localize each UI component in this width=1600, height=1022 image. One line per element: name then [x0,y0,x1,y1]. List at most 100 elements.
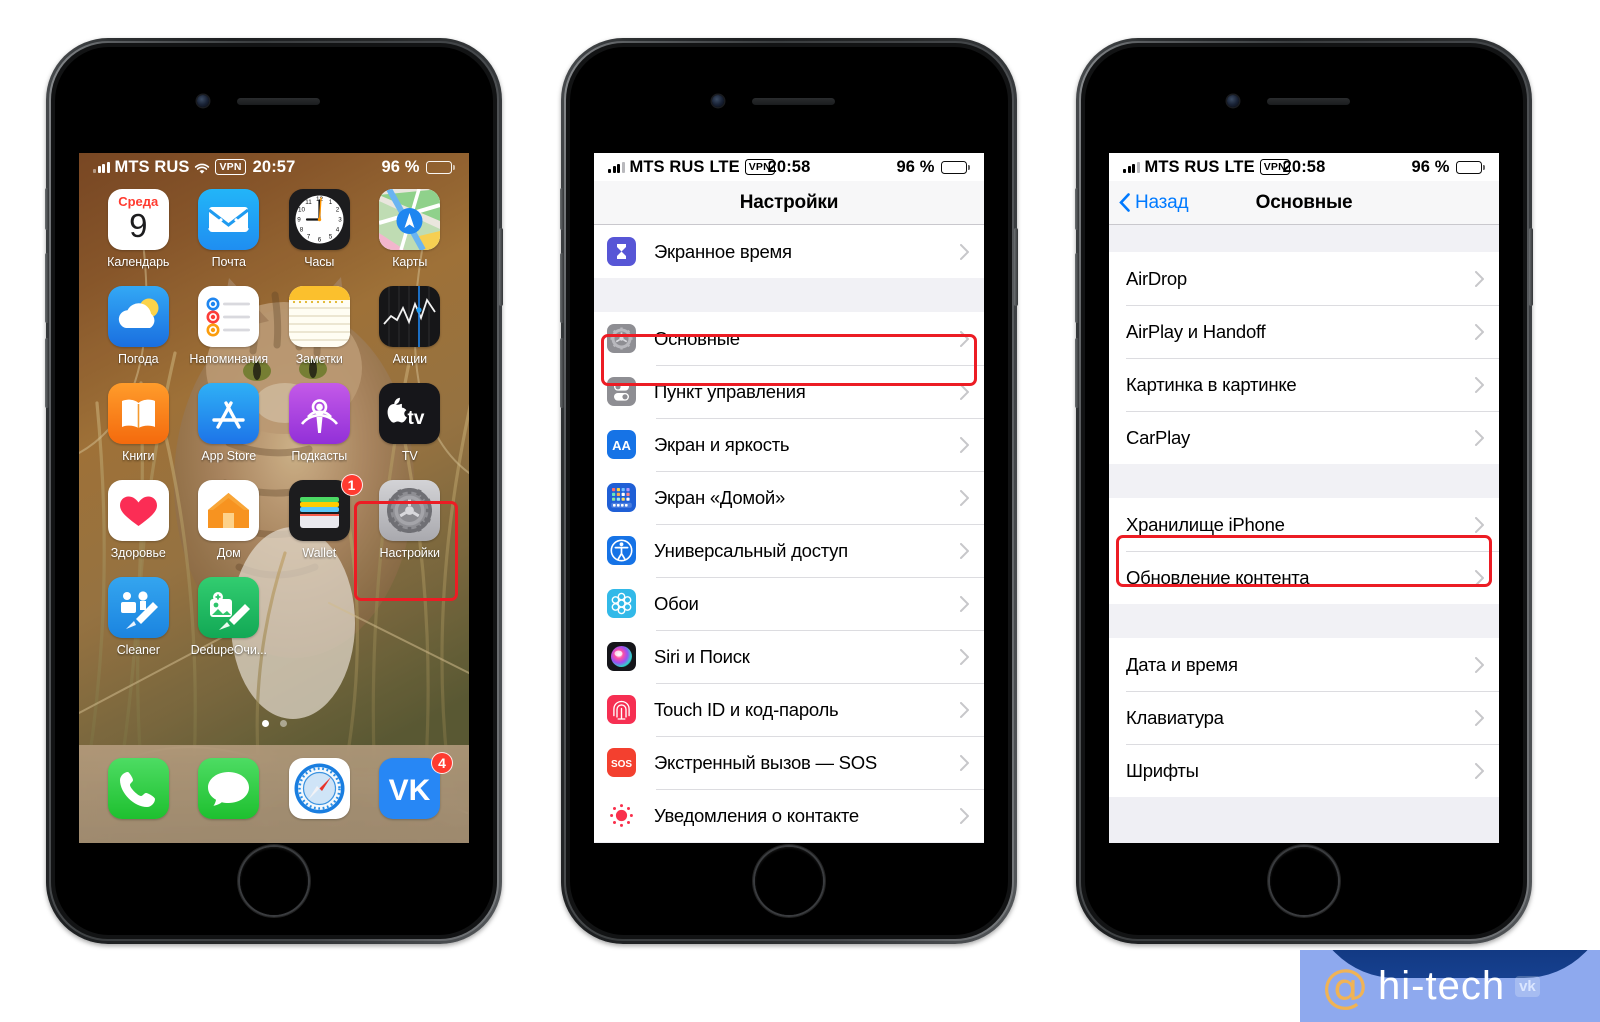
volume-down-button[interactable] [560,338,564,408]
vk-badge-icon: vk [1515,975,1540,997]
battery-percent: 96 % [896,157,935,176]
volume-down-button[interactable] [1075,338,1079,408]
battery-percent: 96 % [381,157,420,176]
app-stocks[interactable]: Акции [365,286,456,366]
volume-up-button[interactable] [560,253,564,323]
app-books[interactable]: Книги [93,383,184,463]
page-dot[interactable] [279,720,287,727]
settings-row-display-brightness[interactable]: AA Экран и яркость [594,418,984,471]
section-gap [1109,604,1499,638]
settings-row-siri-search[interactable]: Siri и Поиск [594,630,984,683]
home-button[interactable] [238,845,310,917]
notes-icon [288,286,350,347]
volume-up-button[interactable] [1075,253,1079,323]
app-wallet[interactable]: 1 Wallet [274,474,365,560]
status-left: MTS RUS LTE VPN [608,158,775,177]
general-row-keyboard[interactable]: Клавиатура [1109,691,1499,744]
app-podcasts[interactable]: Подкасты [274,383,365,463]
section-gap [1109,225,1499,252]
display-brightness-icon: AA [607,430,636,459]
general-row-carplay[interactable]: CarPlay [1109,411,1499,464]
app-appstore[interactable]: App Store [184,383,275,463]
general-row-fonts[interactable]: Шрифты [1109,744,1499,797]
general-row-airdrop[interactable]: AirDrop [1109,252,1499,305]
settings-row-screen-time[interactable]: Экранное время [594,225,984,278]
app-health[interactable]: Здоровье [93,480,184,560]
status-left: MTS RUS LTE VPN [1123,158,1290,177]
front-camera-icon [197,95,209,107]
power-button[interactable] [1014,228,1018,306]
app-calendar[interactable]: Среда 9 Календарь [93,189,184,269]
volume-down-button[interactable] [45,338,49,408]
app-appletv[interactable]: tv TV [365,383,456,463]
mute-switch[interactable] [45,188,49,230]
settings-row-touch-id[interactable]: Touch ID и код-пароль [594,683,984,736]
app-cleaner[interactable]: Cleaner [93,577,184,657]
mute-switch[interactable] [1075,188,1079,230]
page-dot[interactable] [261,720,269,727]
app-dedupe[interactable]: DedupeОчи... [184,577,275,657]
home-screen: MTS RUS VPN 20:57 96 % Среда 9 Календарь… [79,153,469,843]
appstore-icon [198,383,260,444]
app-notes[interactable]: Заметки [274,286,365,366]
power-button[interactable] [499,228,503,306]
screen-settings: MTS RUS LTE VPN 20:58 96 % Настройки Экр… [594,153,984,843]
siri-icon [607,642,636,671]
app-reminders[interactable]: Напоминания [184,286,275,366]
messages-icon [198,758,260,819]
app-label: Акции [392,352,427,366]
general-list[interactable]: AirDrop AirPlay и Handoff Картинка в кар… [1109,225,1499,843]
mute-switch[interactable] [560,188,564,230]
settings-row-exposure-notifications[interactable]: Уведомления о контакте [594,789,984,842]
app-maps[interactable]: Карты [365,189,456,269]
app-label: Cleaner [116,643,160,657]
app-grid: Среда 9 Календарь Почта 1 2 3 4 5 6 7 8 … [79,189,469,657]
svg-text:VK: VK [389,774,431,807]
earpiece-speaker [1267,98,1350,105]
settings-row-accessibility[interactable]: Универсальный доступ [594,524,984,577]
front-camera-icon [712,95,724,107]
settings-row-control-center[interactable]: Пункт управления [594,365,984,418]
settings-list[interactable]: Экранное время Основные Пункт управления… [594,225,984,843]
svg-text:5: 5 [328,234,332,241]
back-label: Назад [1135,191,1189,213]
settings-row-general[interactable]: Основные [594,312,984,365]
row-label: Обновление контента [1126,566,1310,588]
wallpaper-icon [607,589,636,618]
volume-up-button[interactable] [45,253,49,323]
dock-app-phone[interactable] [93,758,184,819]
power-button[interactable] [1529,228,1533,306]
front-camera-icon [1227,95,1239,107]
settings-row-emergency-sos[interactable]: SOS Экстренный вызов — SOS [594,736,984,789]
chevron-right-icon [960,595,969,612]
dock-app-safari[interactable] [274,758,365,819]
app-weather[interactable]: Погода [93,286,184,366]
general-row-airplay-handoff[interactable]: AirPlay и Handoff [1109,305,1499,358]
general-row-iphone-storage[interactable]: Хранилище iPhone [1109,498,1499,551]
app-label: TV [401,449,418,463]
settings-row-home-screen[interactable]: Экран «Домой» [594,471,984,524]
dock-app-messages[interactable] [184,758,275,819]
status-bar: MTS RUS LTE VPN 20:58 96 % [1109,153,1499,181]
app-settings[interactable]: Настройки [365,480,456,560]
network-type: LTE [709,157,740,176]
app-home[interactable]: Дом [184,480,275,560]
general-row-background-app-refresh[interactable]: Обновление контента [1109,551,1499,604]
settings-row-wallpaper[interactable]: Обои [594,577,984,630]
home-icon [198,480,260,541]
dock-app-vk[interactable]: 4 VK [365,752,456,819]
settings-group-screentime: Экранное время [594,225,984,278]
signal-strength-icon [1123,161,1140,173]
chevron-right-icon [1475,323,1484,340]
app-mail[interactable]: Почта [184,189,275,269]
home-button[interactable] [753,845,825,917]
app-label: Дом [216,546,241,560]
row-label: Siri и Поиск [654,645,750,667]
chevron-right-icon [1475,516,1484,533]
back-button[interactable]: Назад [1119,191,1189,214]
general-row-picture-in-picture[interactable]: Картинка в картинке [1109,358,1499,411]
app-clock[interactable]: 121 23 45 67 89 1011 [274,189,365,269]
screen-general: MTS RUS LTE VPN 20:58 96 % Назад Основны… [1109,153,1499,843]
general-row-date-time[interactable]: Дата и время [1109,638,1499,691]
home-button[interactable] [1268,845,1340,917]
